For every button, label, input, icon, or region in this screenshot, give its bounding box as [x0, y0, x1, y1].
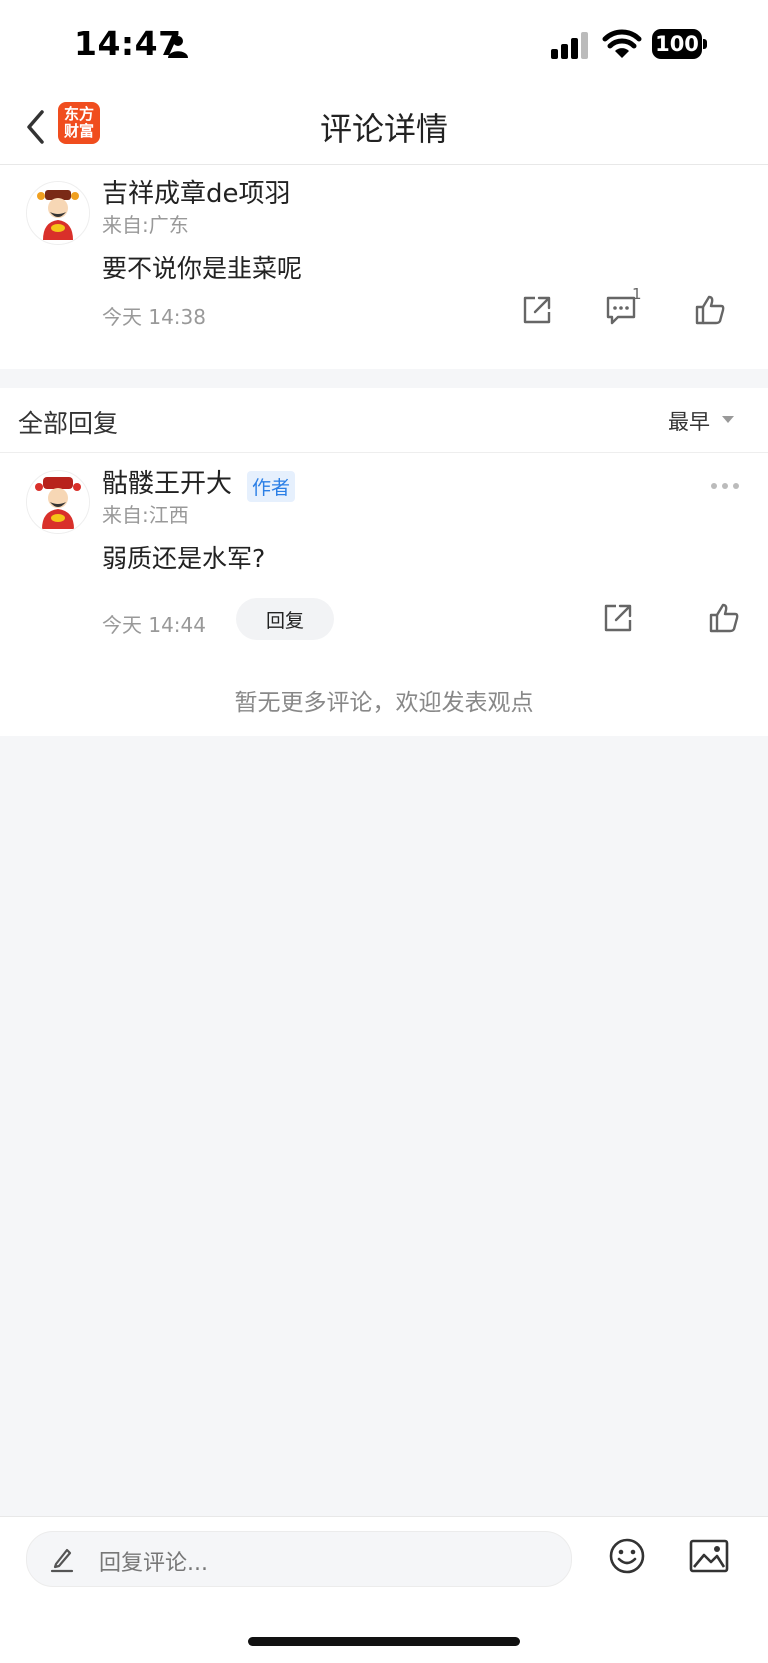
reply-input[interactable]: 回复评论... [26, 1531, 572, 1587]
author-badge: 作者 [247, 471, 296, 502]
empty-hint: 暂无更多评论，欢迎发表观点 [234, 690, 534, 716]
person-icon [168, 36, 188, 58]
reply-input-placeholder: 回复评论... [99, 1551, 208, 1576]
comment-content: 要不说你是韭菜呢 [102, 254, 303, 283]
emoji-icon[interactable] [608, 1537, 646, 1575]
signal-icon [551, 32, 588, 59]
home-indicator [248, 1637, 520, 1646]
share-icon[interactable] [601, 601, 635, 635]
battery-level: 100 [652, 29, 702, 59]
reply-content: 弱质还是水军? [102, 544, 266, 573]
nav-bar: 东方 财富 评论详情 [0, 90, 768, 165]
share-icon[interactable] [520, 293, 554, 327]
thumbs-up-icon[interactable] [707, 601, 741, 635]
reply-item: 骷髅王开大 作者 来自:江西 弱质还是水军? 今天 14:44 回复 暂无更多评… [0, 453, 768, 736]
comment-username[interactable]: 吉祥成章de项羽 [102, 173, 291, 210]
fortune-god-avatar-icon [27, 471, 89, 533]
reply-time: 今天 14:44 [102, 613, 206, 637]
pencil-icon [50, 1548, 74, 1573]
thumbs-up-icon[interactable] [693, 293, 727, 327]
comment-time: 今天 14:38 [102, 305, 206, 329]
comment-location: 来自:广东 [102, 213, 189, 237]
battery-indicator: 100 [652, 29, 707, 59]
wifi-icon [602, 29, 642, 58]
replies-section-header: 全部回复 最早 [0, 388, 768, 453]
caret-down-icon[interactable] [722, 416, 734, 423]
more-options-icon[interactable] [710, 481, 740, 491]
reply-location: 来自:江西 [102, 503, 189, 527]
comment-count: 1 [632, 285, 642, 303]
avatar[interactable] [26, 181, 90, 245]
bottom-bar: 回复评论... [0, 1516, 768, 1663]
status-bar: 14:47 100 [0, 0, 768, 90]
battery-tip [703, 39, 707, 49]
reply-username[interactable]: 骷髅王开大 [102, 463, 232, 500]
fortune-god-avatar-icon [27, 182, 89, 244]
section-title: 全部回复 [18, 409, 119, 438]
image-icon[interactable] [689, 1539, 729, 1573]
sort-dropdown[interactable]: 最早 [668, 406, 710, 436]
avatar[interactable] [26, 470, 90, 534]
main-comment: 吉祥成章de项羽 来自:广东 要不说你是韭菜呢 今天 14:38 1 [0, 165, 768, 369]
page-title: 评论详情 [319, 110, 448, 148]
reply-button[interactable]: 回复 [236, 598, 334, 640]
